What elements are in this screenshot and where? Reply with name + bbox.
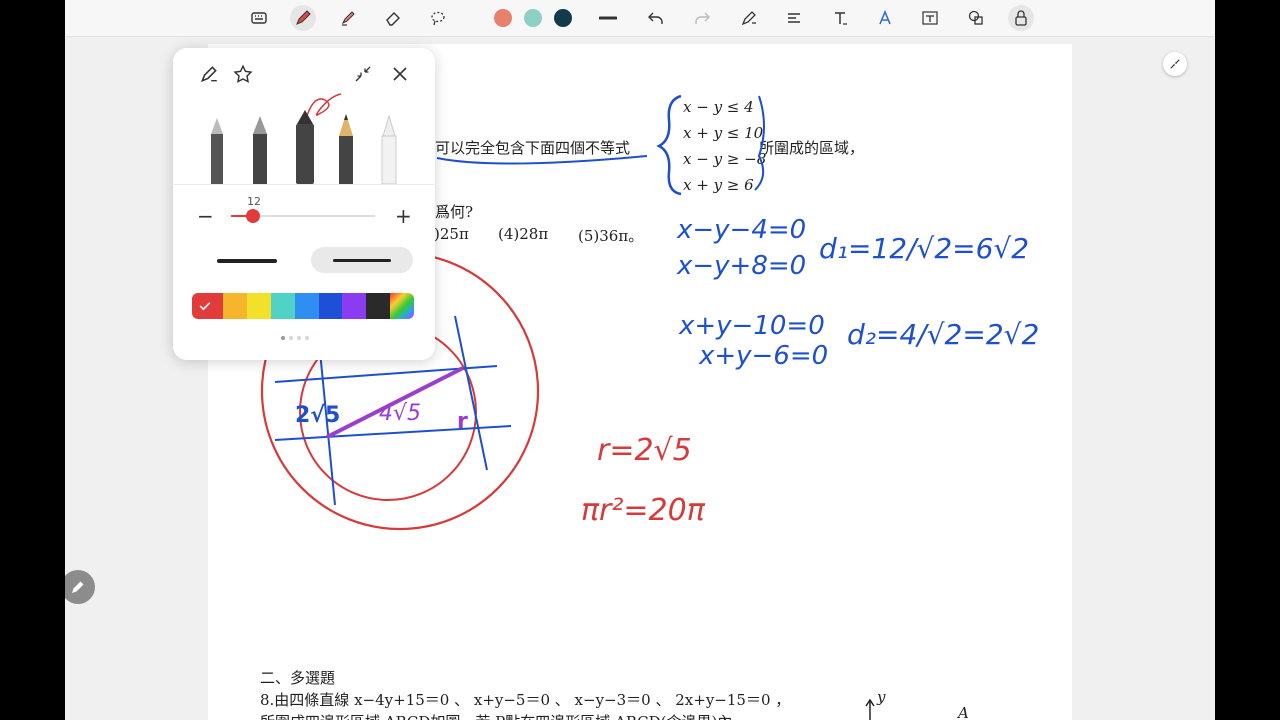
check-icon [199,302,211,311]
shapes-icon[interactable] [963,5,989,31]
question-1-line2: 爲何? [435,203,474,221]
pencil-tool-icon [339,114,353,184]
text-icon[interactable] [827,5,853,31]
redo-icon[interactable] [689,5,715,31]
palette-color[interactable] [270,293,295,319]
palette-color[interactable] [246,293,271,319]
question-1-text: 可以完全包含下面四個不等式 [435,139,631,157]
inequality-2: x + y ≤ 10 [683,124,764,142]
size-slider[interactable] [231,209,375,223]
stroke-style-solid[interactable] [193,247,301,273]
inequality-1: x − y ≤ 4 [683,98,754,116]
text-box-icon[interactable] [917,5,943,31]
color-palette[interactable] [192,293,414,319]
size-value: 12 [247,195,261,208]
shape-pen-icon[interactable] [736,5,762,31]
question-1-tail: 所圍成的區域， [759,139,865,157]
pencil-icon [72,581,84,593]
section-heading: 二、多選題 [260,669,336,687]
question-8-line1: 8.由四條直線 x−4y+15＝0 、 x+y−5＝0 、 x−y−3＝0 、 … [260,691,791,709]
marker-pen-icon [296,110,314,184]
collapse-arrows-icon [1170,59,1180,69]
keyboard-icon[interactable] [246,5,272,31]
top-toolbar [65,0,1215,37]
handwriting-icon[interactable] [872,5,898,31]
option-4: (4)28π [498,225,549,243]
palette-color[interactable] [366,293,391,319]
palette-color[interactable] [318,293,343,319]
lasso-icon[interactable] [425,5,451,31]
pen-icon[interactable] [290,5,316,31]
undo-icon[interactable] [643,5,669,31]
palette-color-selected[interactable] [192,293,224,319]
size-increase-button[interactable]: + [395,204,412,228]
palette-color[interactable] [342,293,367,319]
graph-label-a: A [958,704,969,720]
fountain-pen-icon [211,118,223,184]
page-indicator [281,336,309,340]
eraser-icon[interactable] [380,5,406,31]
palette-color[interactable] [390,293,414,319]
floating-pen-button[interactable] [65,570,95,604]
pen-type-row[interactable] [173,48,435,184]
text-align-icon[interactable] [781,5,807,31]
stroke-style-tapered[interactable] [311,247,413,273]
palette-color[interactable] [294,293,319,319]
option-5: (5)36π。 [578,227,644,245]
calligraphy-pen-icon [253,116,267,184]
collapse-toolbar-button[interactable] [1163,52,1187,76]
size-slider-knob[interactable] [245,209,260,223]
color-swatch-coral[interactable] [494,9,512,27]
app-stage: 可以完全包含下面四個不等式 x − y ≤ 4 x + y ≤ 10 x − y… [65,0,1215,720]
color-swatch-teal[interactable] [524,9,542,27]
option-3: )25π [434,225,469,243]
inequality-3: x − y ≥ −8 [683,150,767,168]
pen-selection-area [173,48,435,185]
palette-color[interactable] [223,293,247,319]
graph-axis-y: y [877,688,886,706]
ballpoint-pen-icon [381,114,397,184]
question-8-line2: 所圍成四邊形區域 ABCD如圖，若 P點在四邊形區域 ABCD(含邊界)內 [260,711,732,720]
pen-settings-panel: 12 − + [173,48,435,360]
color-swatch-navy[interactable] [554,9,572,27]
stroke-width-icon[interactable] [595,5,621,31]
size-decrease-button[interactable]: − [197,204,214,228]
lock-icon[interactable] [1008,5,1034,31]
highlighter-icon[interactable] [335,5,361,31]
inequality-4: x + y ≥ 6 [683,176,754,194]
